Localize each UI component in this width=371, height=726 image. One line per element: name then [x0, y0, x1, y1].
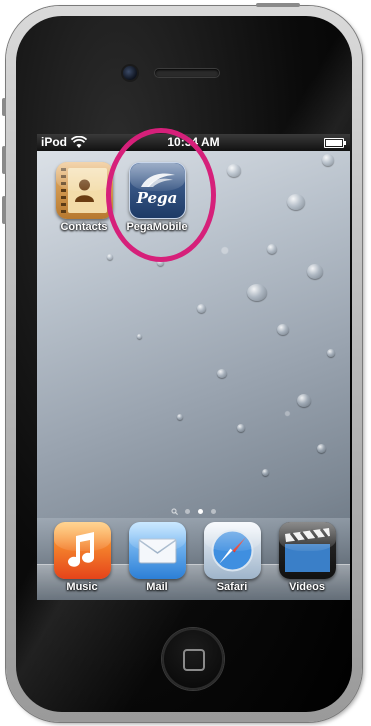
safari-icon: [203, 522, 261, 579]
home-square-icon: [183, 649, 205, 671]
water-drop: [307, 264, 323, 279]
contacts-icon: [55, 162, 113, 219]
water-drop: [197, 304, 206, 313]
music-icon: [53, 522, 111, 579]
water-drop: [287, 194, 305, 210]
water-drop: [237, 424, 245, 432]
app-label: Music: [66, 581, 98, 593]
sleep-wake-button: [256, 3, 300, 7]
app-label: Safari: [216, 581, 248, 593]
spotlight-search-icon: [170, 508, 178, 515]
earpiece-speaker: [155, 69, 219, 77]
water-drop: [247, 284, 267, 301]
water-drop: [217, 369, 227, 378]
water-drop: [177, 414, 183, 420]
highlight-ring-annotation: [106, 128, 216, 262]
water-drop: [327, 349, 335, 357]
water-drop: [267, 244, 277, 254]
volume-down-button: [2, 196, 6, 224]
dock-app-mail[interactable]: Mail: [125, 522, 189, 593]
videos-icon: [278, 522, 336, 579]
silent-switch: [2, 98, 6, 116]
mail-icon: [128, 522, 186, 579]
water-drop: [277, 324, 289, 335]
water-drop: [322, 154, 334, 166]
battery-icon: [324, 138, 346, 148]
page-dot-active: [197, 509, 203, 514]
water-drop: [317, 444, 326, 453]
water-drop: [262, 469, 269, 476]
water-drop: [297, 394, 311, 407]
dock: Music Mail Safari Videos: [37, 518, 350, 600]
app-label: Videos: [289, 581, 325, 593]
water-drop: [137, 334, 142, 339]
home-button[interactable]: [162, 628, 224, 690]
water-drop: [227, 164, 241, 177]
app-label: Contacts: [60, 221, 108, 233]
dock-app-safari[interactable]: Safari: [200, 522, 264, 593]
page-dot: [184, 509, 190, 514]
water-drop: [107, 254, 113, 260]
page-indicator[interactable]: [37, 508, 350, 515]
front-camera: [123, 66, 137, 80]
page-dot: [210, 509, 216, 514]
dock-app-music[interactable]: Music: [50, 522, 114, 593]
app-label: Mail: [146, 581, 168, 593]
volume-up-button: [2, 146, 6, 174]
dock-app-videos[interactable]: Videos: [275, 522, 339, 593]
